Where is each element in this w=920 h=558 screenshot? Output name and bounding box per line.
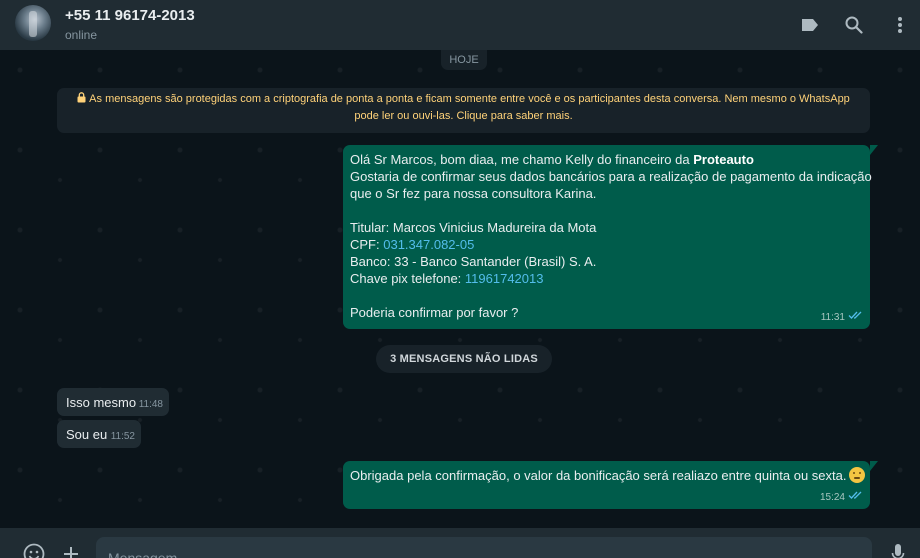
- message-line: Olá Sr Marcos, bom diaa, me chamo Kelly …: [350, 151, 863, 168]
- contact-avatar[interactable]: [15, 5, 51, 41]
- message-text: Isso mesmo: [66, 395, 137, 410]
- message-text: Obrigada pela confirmação, o valor da bo…: [350, 468, 847, 483]
- message-text: Sou eu: [66, 427, 108, 442]
- message-meta: 15:24: [820, 489, 863, 506]
- encryption-text: As mensagens são protegidas com a cripto…: [89, 93, 850, 122]
- pix-line: Chave pix telefone: 11961742013: [350, 270, 863, 287]
- label-icon[interactable]: [798, 13, 822, 37]
- encryption-notice[interactable]: As mensagens são protegidas com a cripto…: [57, 88, 870, 133]
- message-time: 11:52: [110, 431, 135, 442]
- message-line: que o Sr fez para nossa consultora Karin…: [350, 186, 597, 201]
- closing-line: Poderia confirmar por favor ?: [350, 305, 519, 320]
- date-divider: HOJE: [441, 50, 487, 70]
- banco-line: Banco: 33 - Banco Santander (Brasil) S. …: [350, 254, 597, 269]
- pix-label: Chave pix telefone:: [350, 271, 465, 286]
- contact-name[interactable]: +55 11 96174-2013: [65, 7, 195, 24]
- attach-plus-icon[interactable]: [59, 542, 83, 558]
- message-input[interactable]: [96, 537, 872, 558]
- message-time: 11:31: [820, 312, 845, 323]
- message-time: 15:24: [819, 492, 845, 503]
- pix-phone-link[interactable]: 11961742013: [465, 271, 544, 286]
- cpf-line: CPF: 031.347.082-05: [350, 236, 863, 253]
- emoji-icon[interactable]: [22, 542, 46, 558]
- search-icon[interactable]: [842, 13, 866, 37]
- cpf-label: CPF:: [350, 237, 384, 252]
- message-line: Gostaria de confirmar seus dados bancári…: [350, 169, 872, 184]
- read-ticks-icon: [848, 309, 863, 326]
- message-text-wrapper: Obrigada pela confirmação, o valor da bo…: [350, 467, 866, 484]
- lock-icon: [77, 92, 86, 103]
- cpf-link[interactable]: 031.347.082-05: [383, 237, 474, 252]
- company-name: Proteauto: [693, 152, 754, 167]
- bubble-tail: [870, 145, 878, 155]
- microphone-icon[interactable]: [886, 542, 910, 558]
- greeting-text: Olá Sr Marcos, bom diaa, me chamo Kelly …: [350, 152, 694, 167]
- unread-messages-divider: 3 MENSAGENS NÃO LIDAS: [376, 345, 552, 373]
- menu-icon[interactable]: [888, 13, 912, 37]
- conversation-panel[interactable]: HOJE As mensagens são protegidas com a c…: [0, 50, 920, 528]
- message-incoming[interactable]: Sou eu 11:52: [57, 420, 141, 448]
- message-incoming[interactable]: Isso mesmo 11:48: [57, 388, 169, 416]
- message-time: 11:48: [138, 399, 163, 410]
- message-composer: [0, 528, 920, 558]
- read-ticks-icon: [848, 489, 863, 506]
- message-meta: 11:31: [821, 309, 863, 326]
- thinking-face-emoji-icon: [849, 467, 866, 483]
- message-outgoing[interactable]: Olá Sr Marcos, bom diaa, me chamo Kelly …: [343, 145, 878, 329]
- bubble-tail: [870, 461, 878, 471]
- contact-status: online: [65, 28, 98, 42]
- titular-line: Titular: Marcos Vinicius Madureira da Mo…: [350, 220, 597, 235]
- message-outgoing[interactable]: Obrigada pela confirmação, o valor da bo…: [343, 461, 878, 509]
- chat-header[interactable]: +55 11 96174-2013 online: [0, 0, 920, 50]
